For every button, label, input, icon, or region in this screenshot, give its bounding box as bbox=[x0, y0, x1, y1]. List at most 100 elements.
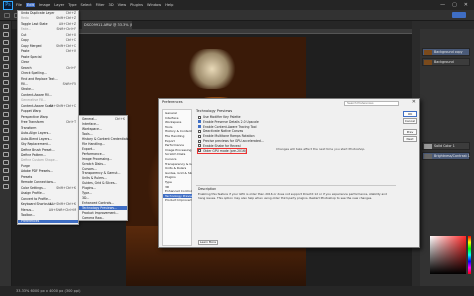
option-enable-content-aware-tracing-tool[interactable]: Enable Content-Aware Tracing Tool bbox=[198, 125, 256, 129]
layer-row[interactable]: Solid Color 1 bbox=[422, 142, 470, 150]
menu-window[interactable]: Window bbox=[147, 3, 161, 7]
edit-menu-item-check-spelling[interactable]: Check Spelling... bbox=[18, 71, 78, 76]
quick-select-tool-icon[interactable] bbox=[2, 48, 9, 53]
edit-menu-item-transform[interactable]: Transform bbox=[18, 126, 78, 131]
preferences-submenu-item-performance[interactable]: Performance... bbox=[79, 152, 127, 156]
edit-menu-item-purge[interactable]: Purge bbox=[18, 164, 78, 169]
layer-row[interactable]: Background copy bbox=[422, 48, 470, 56]
type-tool-icon[interactable] bbox=[2, 152, 9, 157]
preferences-submenu-item-file-handling[interactable]: File Handling... bbox=[79, 142, 127, 146]
edit-menu-item-adobe-pdf-presets[interactable]: Adobe PDF Presets... bbox=[18, 169, 78, 174]
preferences-submenu-item-enhanced-controls[interactable]: Enhanced Controls... bbox=[79, 201, 127, 205]
preferences-submenu-item-tools[interactable]: Tools... bbox=[79, 132, 127, 136]
preferences-submenu-item-image-processing[interactable]: Image Processing... bbox=[79, 157, 127, 161]
pen-tool-icon[interactable] bbox=[2, 144, 9, 149]
option-older-gpu-mode-pre-2016[interactable]: Older GPU mode (pre-2016) bbox=[196, 146, 248, 155]
frame-tool-icon[interactable] bbox=[2, 64, 9, 69]
share-button[interactable] bbox=[452, 12, 466, 18]
edit-menu-item-paste[interactable]: Paste Ctrl+V bbox=[18, 49, 78, 54]
close-icon[interactable]: ✕ bbox=[412, 99, 416, 105]
blur-tool-icon[interactable] bbox=[2, 128, 9, 133]
edit-menu-item-find-and-replace-text[interactable]: Find and Replace Text... bbox=[18, 77, 78, 82]
edit-menu-item-fill[interactable]: Fill... Shift+F5 bbox=[18, 82, 78, 87]
checkbox[interactable] bbox=[198, 134, 201, 138]
edit-menu-item-content-aware-fill[interactable]: Content-Aware Fill... bbox=[18, 93, 78, 98]
checkbox[interactable] bbox=[198, 120, 201, 124]
path-select-tool-icon[interactable] bbox=[2, 160, 9, 165]
menu-type[interactable]: Type bbox=[68, 3, 76, 7]
edit-menu-item-toolbar[interactable]: Toolbar... bbox=[18, 213, 78, 218]
option-enable-shake-for-reveal[interactable]: Enable Shake for Reveal bbox=[198, 144, 241, 148]
document-tab[interactable]: DSC09911.ARW @ 33.3% (RGB/8) bbox=[82, 21, 132, 29]
preferences-submenu-item-transparency-gamut[interactable]: Transparency & Gamut... bbox=[79, 171, 127, 175]
eraser-tool-icon[interactable] bbox=[2, 112, 9, 117]
checkbox[interactable] bbox=[198, 149, 201, 153]
option-enable-multitone-ramps-rotation[interactable]: Enable Multitone Ramps Rotation bbox=[198, 134, 255, 138]
lasso-tool-icon[interactable] bbox=[2, 40, 9, 45]
layer-row[interactable]: Brightness/Contrast 1 bbox=[422, 152, 470, 160]
move-tool-icon[interactable] bbox=[2, 24, 9, 29]
edit-menu-item-stroke[interactable]: Stroke... bbox=[18, 88, 78, 92]
edit-menu-item-redo[interactable]: Redo Shift+Ctrl+Z bbox=[18, 17, 78, 21]
preferences-submenu-item-plugins[interactable]: Plugins... bbox=[79, 186, 127, 190]
maximize-icon[interactable]: ▢ bbox=[452, 2, 457, 8]
ok-button[interactable]: OK bbox=[403, 111, 417, 117]
edit-menu-item-menus[interactable]: Menus... Alt+Shift+Ctrl+M bbox=[18, 208, 78, 213]
menu-help[interactable]: Help bbox=[165, 3, 173, 7]
preferences-submenu-item-general[interactable]: General... Ctrl+K bbox=[79, 117, 127, 121]
gradient-tool-icon[interactable] bbox=[2, 120, 9, 125]
preferences-search-input[interactable] bbox=[344, 100, 399, 106]
nav-item-product-improvement[interactable]: Product Improvement bbox=[163, 198, 192, 202]
edit-menu-item-generative-fill[interactable]: Generative Fill... bbox=[18, 98, 78, 103]
menu-edit[interactable]: Edit bbox=[26, 3, 35, 7]
hand-tool-icon[interactable] bbox=[2, 176, 9, 181]
preferences-submenu-item-export[interactable]: Export... bbox=[79, 147, 127, 151]
edit-menu-item-auto-align-layers[interactable]: Auto-Align Layers... bbox=[18, 131, 78, 136]
preferences-submenu-item-technology-previews[interactable]: Technology Previews... bbox=[79, 206, 127, 211]
hue-slider[interactable] bbox=[468, 236, 471, 274]
edit-menu-item-copy[interactable]: Copy Ctrl+C bbox=[18, 38, 78, 43]
preferences-submenu-item-camera-raw[interactable]: Camera Raw... bbox=[79, 216, 127, 220]
menu-plugins[interactable]: Plugins bbox=[130, 3, 143, 7]
next-button[interactable]: Next bbox=[403, 136, 417, 142]
edit-menu-item-convert-to-profile[interactable]: Convert to Profile... bbox=[18, 197, 78, 202]
edit-menu-item-clear[interactable]: Clear bbox=[18, 60, 78, 65]
edit-menu-item-keyboard-shortcuts[interactable]: Keyboard Shortcuts... Alt+Shift+Ctrl+K bbox=[18, 202, 78, 207]
edit-menu-item-sky-replacement[interactable]: Sky Replacement... bbox=[18, 142, 78, 147]
menu-layer[interactable]: Layer bbox=[54, 3, 64, 7]
menu-select[interactable]: Select bbox=[81, 3, 92, 7]
prev-button[interactable]: Prev bbox=[403, 129, 417, 135]
option-enable-preserve-details-2-0-upscale[interactable]: Enable Preserve Details 2.0 Upscale bbox=[198, 120, 259, 124]
option-precise-previews-for-gpu-accelerated[interactable]: Precise previews for GPU-accelerated... bbox=[198, 139, 264, 143]
preferences-submenu-item-guides-grid-slices[interactable]: Guides, Grid & Slices... bbox=[79, 181, 127, 185]
brush-tool-icon[interactable] bbox=[2, 88, 9, 93]
menu-filter[interactable]: Filter bbox=[96, 3, 105, 7]
preferences-submenu-item-type[interactable]: Type... bbox=[79, 191, 127, 195]
edit-menu-item-preferences[interactable]: Preferences bbox=[18, 219, 78, 224]
edit-menu-item-presets[interactable]: Presets bbox=[18, 175, 78, 180]
cancel-button[interactable]: Cancel bbox=[403, 118, 417, 124]
color-picker-field[interactable] bbox=[430, 236, 466, 274]
preferences-submenu-item-workspace[interactable]: Workspace... bbox=[79, 127, 127, 131]
edit-menu-item-define-custom-shape[interactable]: Define Custom Shape... bbox=[18, 159, 78, 163]
healing-tool-icon[interactable] bbox=[2, 80, 9, 85]
zoom-tool-icon[interactable] bbox=[2, 184, 9, 189]
preferences-submenu-item-3d[interactable]: 3D... bbox=[79, 196, 127, 200]
learn-more-button[interactable]: Learn More bbox=[198, 240, 218, 245]
layer-row[interactable]: Background bbox=[422, 58, 470, 66]
edit-menu-item-color-settings[interactable]: Color Settings... Shift+Ctrl+K bbox=[18, 186, 78, 191]
edit-menu-item-auto-blend-layers[interactable]: Auto-Blend Layers... bbox=[18, 137, 78, 142]
edit-menu-item-copy-merged[interactable]: Copy Merged Shift+Ctrl+C bbox=[18, 44, 78, 49]
minimize-icon[interactable]: — bbox=[440, 2, 445, 8]
edit-menu-item-undo-duplicate-layer[interactable]: Undo Duplicate Layer Ctrl+Z bbox=[18, 11, 78, 16]
preferences-submenu-item-cursors[interactable]: Cursors... bbox=[79, 167, 127, 171]
edit-menu-item-puppet-warp[interactable]: Puppet Warp bbox=[18, 109, 78, 114]
close-window-icon[interactable]: ✕ bbox=[464, 2, 468, 8]
edit-menu-item-free-transform[interactable]: Free Transform Ctrl+T bbox=[18, 120, 78, 125]
checkbox[interactable] bbox=[198, 144, 201, 148]
preferences-submenu-item-interface[interactable]: Interface... bbox=[79, 122, 127, 126]
edit-menu-item-content-aware-scale[interactable]: Content-Aware Scale Alt+Shift+Ctrl+C bbox=[18, 104, 78, 109]
menu-view[interactable]: View bbox=[118, 3, 127, 7]
edit-menu-item-paste-special[interactable]: Paste Special bbox=[18, 55, 78, 60]
checkbox[interactable] bbox=[198, 139, 201, 143]
